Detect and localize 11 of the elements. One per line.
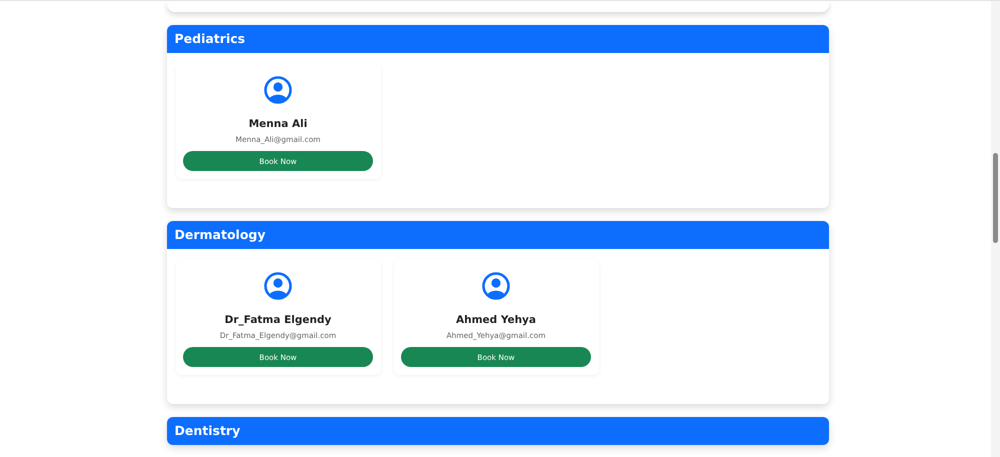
section-header: Pediatrics xyxy=(166,25,828,53)
doctor-name: Menna Ali xyxy=(248,118,308,130)
section-header: Dermatology xyxy=(166,221,828,249)
user-avatar-icon xyxy=(482,272,510,300)
doctor-name: Dr_Fatma Elgendy xyxy=(224,314,332,326)
doctor-name: Ahmed Yehya xyxy=(456,314,536,326)
user-avatar-icon xyxy=(264,272,292,300)
section-header: Dentistry xyxy=(166,417,828,445)
scrollbar[interactable] xyxy=(991,1,1000,457)
user-avatar-icon xyxy=(264,76,292,104)
scrollbar-thumb[interactable] xyxy=(993,153,998,243)
